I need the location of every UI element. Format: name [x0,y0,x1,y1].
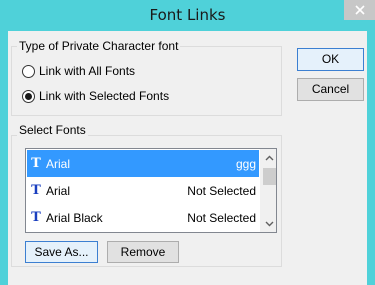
title-bar[interactable]: Font Links [0,0,375,31]
list-item[interactable]: T Arial Not Selected [27,177,259,204]
chevron-down-icon [265,221,274,226]
close-button[interactable] [344,0,375,20]
chevron-up-icon [265,155,274,160]
type-group-box [11,46,282,116]
radio-link-all-fonts[interactable]: Link with All Fonts [22,64,135,78]
ok-button[interactable]: OK [297,48,364,71]
type-group-label: Type of Private Character font [17,39,181,53]
scroll-down-button[interactable] [261,215,276,232]
font-name: Arial Black [46,210,103,225]
window-title: Font Links [149,6,226,24]
font-status: Not Selected [187,210,256,225]
fonts-group-label: Select Fonts [17,123,88,137]
remove-button[interactable]: Remove [107,241,179,263]
cancel-button[interactable]: Cancel [297,78,364,101]
font-name: Arial [46,183,71,198]
save-as-button[interactable]: Save As... [25,241,98,263]
radio-label: Link with Selected Fonts [39,89,170,103]
truetype-font-icon: T [31,210,41,225]
font-name: Arial [46,156,71,171]
font-status: ggg [235,156,256,171]
radio-label: Link with All Fonts [39,64,136,78]
font-status: Not Selected [187,183,256,198]
truetype-font-icon: T [31,156,41,171]
radio-selected-dot [25,92,32,100]
scrollbar-thumb[interactable] [263,168,276,185]
radio-button[interactable] [22,89,35,103]
font-links-window: Font Links Type of Private Character fon… [0,0,375,285]
radio-link-selected-fonts[interactable]: Link with Selected Fonts [22,89,169,103]
vertical-scrollbar[interactable] [260,149,276,232]
list-item[interactable]: T Arial ggg [27,150,259,177]
truetype-font-icon: T [31,183,41,198]
list-item[interactable]: T Arial Black Not Selected [27,204,259,231]
dialog-client-area: Type of Private Character font Link with… [8,31,367,285]
fonts-listbox[interactable]: T Arial ggg T Arial Not Selected T Arial… [25,148,277,233]
scroll-up-button[interactable] [261,149,276,166]
close-icon [354,5,365,15]
radio-button[interactable] [22,64,35,78]
